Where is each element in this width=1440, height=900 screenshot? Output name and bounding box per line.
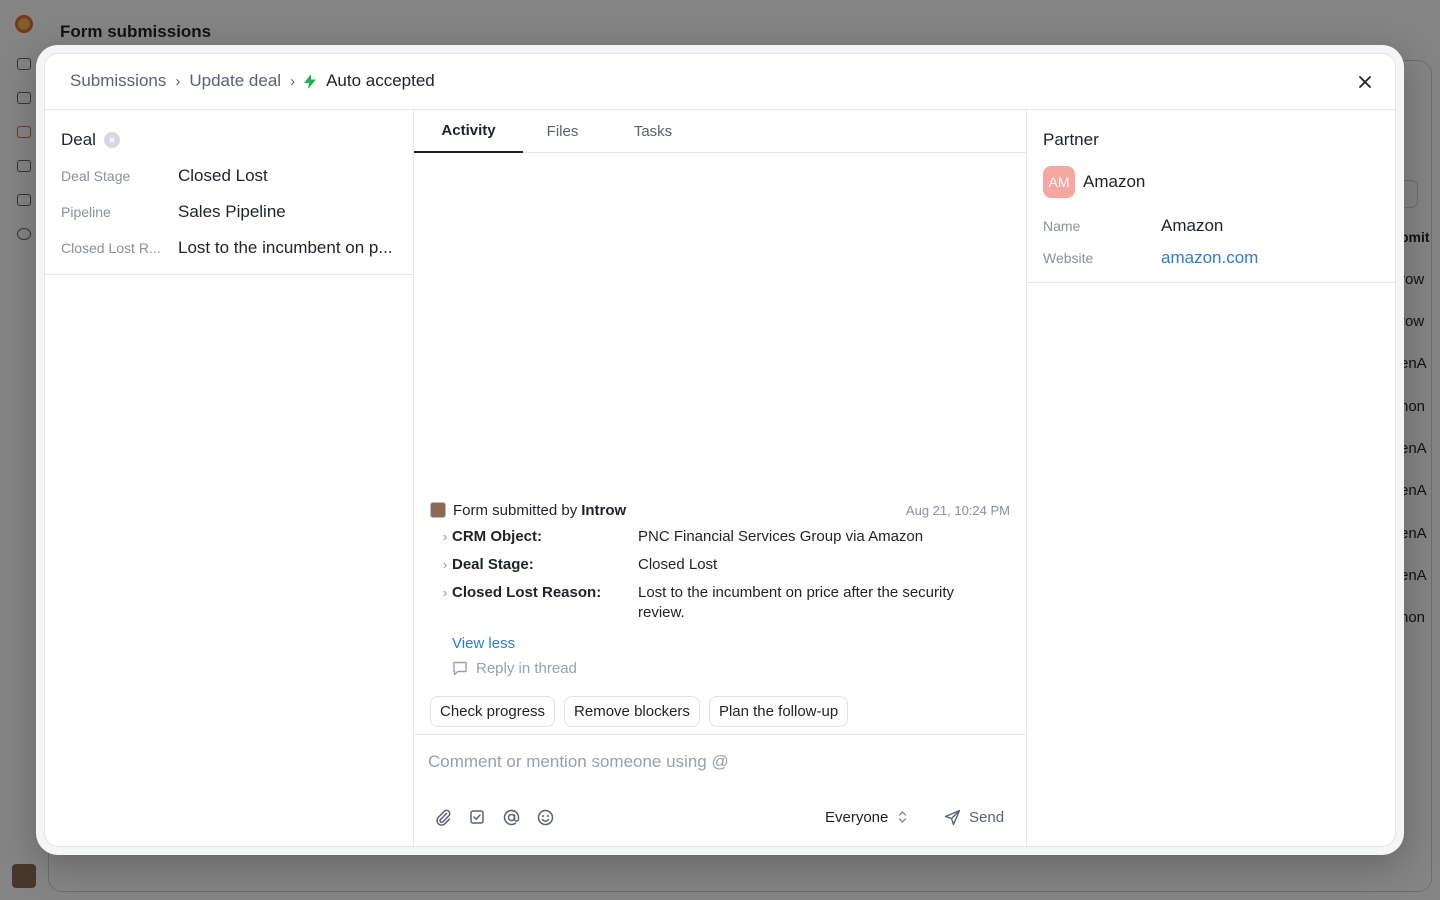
send-button[interactable]: Send xyxy=(944,807,1004,827)
breadcrumb: Submissions › Update deal › Auto accepte… xyxy=(70,71,435,91)
activity-fields: › CRM Object: PNC Financial Services Gro… xyxy=(430,523,1010,627)
comment-icon xyxy=(453,661,467,676)
suggestion-plan-follow-up[interactable]: Plan the follow-up xyxy=(708,696,849,727)
modal-header: Submissions › Update deal › Auto accepte… xyxy=(45,54,1395,110)
comment-input[interactable] xyxy=(428,747,1008,777)
property-value[interactable]: Closed Lost xyxy=(178,166,397,186)
partner-section: Partner AM Amazon Name Amazon Website am… xyxy=(1027,110,1395,283)
reply-label: Reply in thread xyxy=(476,660,577,677)
partner-panel: Partner AM Amazon Name Amazon Website am… xyxy=(1026,110,1395,846)
field-key: Deal Stage: xyxy=(452,556,534,573)
activity-item: Form submitted by Introw Aug 21, 10:24 P… xyxy=(430,500,1010,677)
activity-panel: Activity Files Tasks Form submitted by I… xyxy=(414,110,1026,846)
partner-property-website: Website amazon.com xyxy=(1043,247,1383,269)
property-value: Amazon xyxy=(1161,216,1224,235)
partner-name: Amazon xyxy=(1083,172,1146,191)
comment-composer: Everyone Send xyxy=(414,734,1026,846)
property-label: Deal Stage xyxy=(61,168,131,184)
property-label: Closed Lost R... xyxy=(61,240,161,256)
property-pipeline: Pipeline Sales Pipeline xyxy=(61,200,397,224)
tab-tasks[interactable]: Tasks xyxy=(602,110,704,153)
activity-field-row[interactable]: › Closed Lost Reason: Lost to the incumb… xyxy=(430,579,1010,627)
chevron-right-icon: › xyxy=(290,72,296,90)
audience-value: Everyone xyxy=(825,808,889,826)
field-value: PNC Financial Services Group via Amazon xyxy=(638,528,924,545)
emoji-icon[interactable] xyxy=(535,807,555,827)
deal-section: Deal Deal Stage Closed Lost Pipeline Sal… xyxy=(45,110,413,275)
activity-prefix: Form submitted by xyxy=(453,501,578,519)
audience-select[interactable]: Everyone xyxy=(825,807,907,827)
avatar xyxy=(430,502,446,518)
suggestion-chips: Check progress Remove blockers Plan the … xyxy=(430,696,857,727)
deal-title-label: Deal xyxy=(61,130,96,149)
send-label: Send xyxy=(969,808,1005,826)
deal-title: Deal xyxy=(61,130,120,150)
send-icon xyxy=(944,809,961,825)
partner-title: Partner xyxy=(1043,130,1099,149)
field-value: Closed Lost xyxy=(638,556,718,573)
view-less-link[interactable]: View less xyxy=(452,635,1010,652)
suggestion-check-progress[interactable]: Check progress xyxy=(430,696,556,727)
tab-activity[interactable]: Activity xyxy=(414,110,523,153)
partner-avatar: AM xyxy=(1043,166,1075,198)
partner-identity[interactable]: AM Amazon xyxy=(1043,166,1145,198)
chevron-right-icon: › xyxy=(442,585,448,600)
chevron-right-icon: › xyxy=(175,72,181,90)
lightning-icon xyxy=(304,73,317,89)
property-label: Pipeline xyxy=(61,204,111,220)
deal-panel: Deal Deal Stage Closed Lost Pipeline Sal… xyxy=(45,110,414,846)
at-icon[interactable] xyxy=(501,807,521,827)
activity-timestamp: Aug 21, 10:24 PM xyxy=(905,502,1010,518)
activity-field-row[interactable]: › CRM Object: PNC Financial Services Gro… xyxy=(430,523,1010,551)
property-closed-lost-reason: Closed Lost R... Lost to the incumbent o… xyxy=(61,236,397,260)
partner-property-name: Name Amazon xyxy=(1043,215,1383,237)
property-value[interactable]: Lost to the incumbent on p... xyxy=(178,238,397,258)
breadcrumb-update-deal[interactable]: Update deal xyxy=(189,71,281,91)
status-label: Auto accepted xyxy=(326,71,435,90)
activity-field-row[interactable]: › Deal Stage: Closed Lost xyxy=(430,551,1010,579)
close-button[interactable] xyxy=(1355,72,1375,92)
activity-header: Form submitted by Introw Aug 21, 10:24 P… xyxy=(430,500,1010,520)
property-deal-stage: Deal Stage Closed Lost xyxy=(61,164,397,188)
chevron-updown-icon xyxy=(899,811,907,823)
property-value[interactable]: Sales Pipeline xyxy=(178,202,397,222)
field-value: Lost to the incumbent on price after the… xyxy=(638,584,955,621)
submission-modal: Submissions › Update deal › Auto accepte… xyxy=(44,53,1396,847)
suggestion-remove-blockers[interactable]: Remove blockers xyxy=(564,696,700,727)
website-link[interactable]: amazon.com xyxy=(1161,248,1258,268)
breadcrumb-submissions[interactable]: Submissions xyxy=(70,71,166,91)
activity-author: Introw xyxy=(581,501,627,519)
chevron-right-icon: › xyxy=(442,529,448,544)
info-icon[interactable] xyxy=(103,132,120,148)
field-key: Closed Lost Reason: xyxy=(452,584,602,601)
checkbox-icon[interactable] xyxy=(467,807,487,827)
tab-files[interactable]: Files xyxy=(523,110,602,153)
reply-in-thread-button[interactable]: Reply in thread xyxy=(452,660,1010,677)
tab-bar: Activity Files Tasks xyxy=(414,110,1026,153)
property-label: Website xyxy=(1043,250,1094,266)
chevron-right-icon: › xyxy=(442,557,448,572)
property-label: Name xyxy=(1043,218,1081,234)
field-key: CRM Object: xyxy=(452,528,542,545)
paperclip-icon[interactable] xyxy=(433,807,453,827)
close-icon xyxy=(1359,76,1371,88)
